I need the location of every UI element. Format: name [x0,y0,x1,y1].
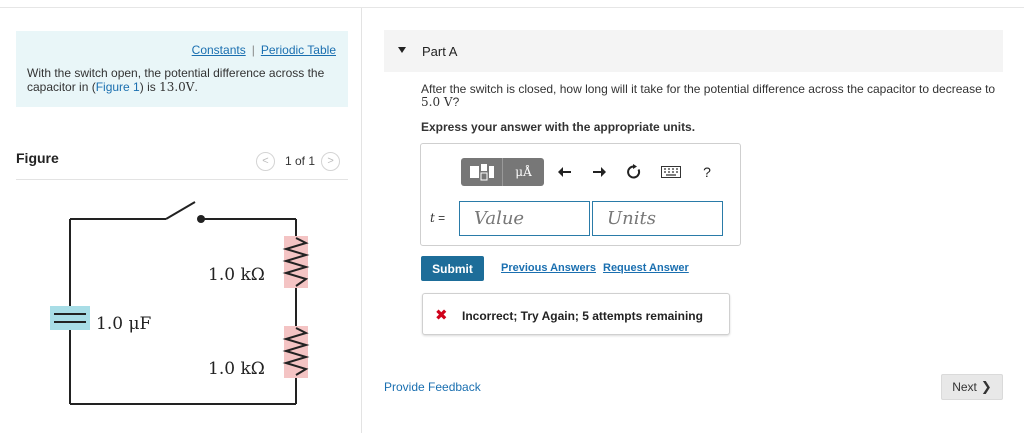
undo-button[interactable] [552,158,578,186]
capacitor-label: 1.0 μF [96,314,151,334]
intro-text-middle: ) is [139,80,160,94]
problem-intro: With the switch open, the potential diff… [27,66,332,94]
switch [165,201,205,223]
redo-button[interactable] [586,158,612,186]
units-symbol-icon: μÅ [515,165,532,179]
feedback-message-box: ✖ Incorrect; Try Again; 5 attempts remai… [422,293,730,335]
resource-links: Constants | Periodic Table [192,43,336,57]
chevron-right-icon: > [327,155,334,167]
figure-pagination: < 1 of 1 > [256,151,341,171]
figure-divider [16,179,348,180]
reset-icon [627,164,641,179]
variable-symbol: t [430,211,435,225]
error-x-icon: ✖ [435,307,448,324]
part-title: Part A [422,44,458,59]
variable-label: t = [430,211,445,225]
template-button[interactable] [461,158,502,186]
figure-next-button[interactable]: > [321,151,341,171]
keyboard-icon [661,166,681,178]
figure-page-indicator: 1 of 1 [285,154,316,168]
periodic-table-link[interactable]: Periodic Table [261,43,336,57]
answer-instruction: Express your answer with the appropriate… [421,120,696,134]
units-input[interactable] [593,202,722,235]
intro-voltage-value: 13.0V [159,80,195,94]
resistor-bottom-label: 1.0 kΩ [208,359,265,379]
figure-link[interactable]: Figure 1 [96,80,140,94]
figure-prev-button[interactable]: < [256,151,275,171]
circuit-diagram: 1.0 μF 1.0 kΩ 1.0 kΩ [50,201,310,405]
top-rule [0,7,1024,8]
question-voltage-value: 5.0 V [421,95,453,109]
units-button[interactable]: μÅ [502,158,544,186]
figure-title: Figure [16,150,59,166]
redo-icon [593,167,606,177]
help-button[interactable]: ? [694,158,720,186]
panel-divider [361,8,362,433]
info-panel: Constants | Periodic Table With the switch… [16,31,348,107]
request-answer-link[interactable]: Request Answer [603,262,689,274]
question-text-after: ? [452,95,460,109]
provide-feedback-link[interactable]: Provide Feedback [384,380,481,394]
answer-box: μÅ ? t = [420,143,741,246]
constants-link[interactable]: Constants [192,43,246,57]
intro-text-after: . [194,80,198,94]
chevron-right-icon: ❯ [980,379,992,394]
value-input[interactable] [460,202,589,235]
question-text: After the switch is closed, how long wil… [421,83,1001,109]
link-separator: | [251,43,255,57]
part-a-header[interactable]: Part A [384,30,1003,72]
resistor-top-label: 1.0 kΩ [208,265,265,285]
next-label: Next [952,380,977,394]
capacitor [50,306,90,330]
units-field[interactable] [592,201,723,236]
collapse-caret-icon[interactable] [398,47,406,53]
undo-icon [558,167,571,177]
math-templates-group: μÅ [461,158,544,186]
feedback-message: Incorrect; Try Again; 5 attempts remaini… [462,309,703,323]
reset-button[interactable] [621,158,647,186]
template-icon [469,164,494,181]
resistor-bottom [282,326,310,378]
resistor-top [282,236,310,288]
submit-button[interactable]: Submit [421,256,484,281]
next-button[interactable]: Next ❯ [941,374,1003,400]
question-text-before: After the switch is closed, how long wil… [421,82,996,96]
equals-sign: = [438,211,446,225]
previous-answers-link[interactable]: Previous Answers [501,262,596,274]
value-field[interactable] [459,201,590,236]
chevron-left-icon: < [262,155,269,167]
keyboard-button[interactable] [656,158,686,186]
switch-contact-icon [197,215,205,223]
